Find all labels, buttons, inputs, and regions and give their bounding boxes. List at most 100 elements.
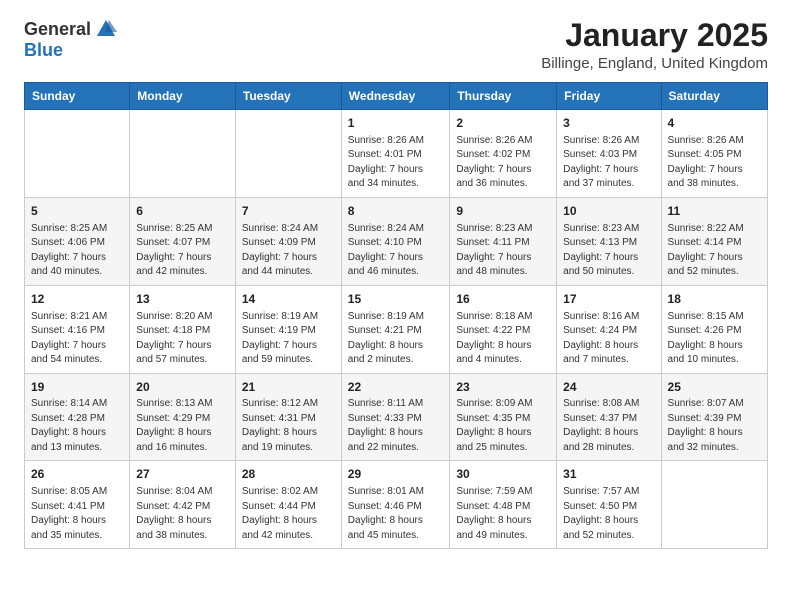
day-number: 24	[563, 379, 654, 396]
calendar-cell: 11 Sunrise: 8:22 AMSunset: 4:14 PMDayligh…	[661, 197, 767, 285]
title-block: January 2025 Billinge, England, United K…	[541, 18, 768, 72]
day-number: 10	[563, 203, 654, 220]
calendar-cell: 5 Sunrise: 8:25 AMSunset: 4:06 PMDaylight…	[25, 197, 130, 285]
day-number: 27	[136, 466, 229, 483]
day-info: Sunrise: 8:19 AMSunset: 4:21 PMDaylight:…	[348, 310, 444, 368]
day-info: Sunrise: 8:14 AMSunset: 4:28 PMDaylight:…	[31, 397, 123, 455]
logo-blue-text: Blue	[24, 40, 63, 60]
calendar-cell: 17 Sunrise: 8:16 AMSunset: 4:24 PMDayligh…	[557, 285, 661, 373]
calendar-cell: 15 Sunrise: 8:19 AMSunset: 4:21 PMDayligh…	[341, 285, 450, 373]
header: General Blue January 2025 Billinge, Engl…	[24, 18, 768, 72]
day-number: 8	[348, 203, 444, 220]
day-info: Sunrise: 8:15 AMSunset: 4:26 PMDaylight:…	[668, 310, 761, 368]
day-number: 18	[668, 291, 761, 308]
day-number: 30	[456, 466, 550, 483]
day-info: Sunrise: 8:08 AMSunset: 4:37 PMDaylight:…	[563, 397, 654, 455]
day-number: 7	[242, 203, 335, 220]
calendar-cell: 18 Sunrise: 8:15 AMSunset: 4:26 PMDayligh…	[661, 285, 767, 373]
calendar-cell	[661, 461, 767, 549]
day-number: 5	[31, 203, 123, 220]
calendar-cell: 23Sunrise: 8:09 AMSunset: 4:35 PMDayligh…	[450, 373, 557, 461]
calendar-cell: 27 Sunrise: 8:04 AMSunset: 4:42 PMDayligh…	[130, 461, 236, 549]
day-info: Sunrise: 8:16 AMSunset: 4:24 PMDaylight:…	[563, 310, 654, 368]
calendar-cell: 1 Sunrise: 8:26 AMSunset: 4:01 PMDaylight…	[341, 110, 450, 198]
day-info: Sunrise: 8:26 AMSunset: 4:01 PMDaylight:…	[348, 134, 444, 192]
logo: General Blue	[24, 18, 117, 61]
day-info: Sunrise: 7:59 AMSunset: 4:48 PMDaylight:…	[456, 485, 550, 543]
day-number: 31	[563, 466, 654, 483]
calendar-cell: 25Sunrise: 8:07 AMSunset: 4:39 PMDayligh…	[661, 373, 767, 461]
day-number: 19	[31, 379, 123, 396]
calendar-cell: 22Sunrise: 8:11 AMSunset: 4:33 PMDayligh…	[341, 373, 450, 461]
calendar-week-row: 19Sunrise: 8:14 AMSunset: 4:28 PMDayligh…	[25, 373, 768, 461]
weekday-header-monday: Monday	[130, 83, 236, 110]
day-number: 1	[348, 115, 444, 132]
calendar-cell: 30 Sunrise: 7:59 AMSunset: 4:48 PMDayligh…	[450, 461, 557, 549]
day-number: 16	[456, 291, 550, 308]
weekday-header-thursday: Thursday	[450, 83, 557, 110]
day-info: Sunrise: 8:25 AMSunset: 4:06 PMDaylight:…	[31, 222, 123, 280]
calendar-cell: 2 Sunrise: 8:26 AMSunset: 4:02 PMDaylight…	[450, 110, 557, 198]
calendar-table: SundayMondayTuesdayWednesdayThursdayFrid…	[24, 82, 768, 549]
calendar-cell: 13Sunrise: 8:20 AMSunset: 4:18 PMDayligh…	[130, 285, 236, 373]
day-number: 6	[136, 203, 229, 220]
month-title: January 2025	[541, 18, 768, 53]
calendar-week-row: 1 Sunrise: 8:26 AMSunset: 4:01 PMDaylight…	[25, 110, 768, 198]
day-number: 9	[456, 203, 550, 220]
day-number: 3	[563, 115, 654, 132]
calendar-cell: 8 Sunrise: 8:24 AMSunset: 4:10 PMDaylight…	[341, 197, 450, 285]
calendar-cell: 4 Sunrise: 8:26 AMSunset: 4:05 PMDaylight…	[661, 110, 767, 198]
day-info: Sunrise: 8:23 AMSunset: 4:13 PMDaylight:…	[563, 222, 654, 280]
weekday-header-saturday: Saturday	[661, 83, 767, 110]
day-number: 12	[31, 291, 123, 308]
day-info: Sunrise: 8:25 AMSunset: 4:07 PMDaylight:…	[136, 222, 229, 280]
day-info: Sunrise: 7:57 AMSunset: 4:50 PMDaylight:…	[563, 485, 654, 543]
page: General Blue January 2025 Billinge, Engl…	[0, 0, 792, 567]
day-info: Sunrise: 8:04 AMSunset: 4:42 PMDaylight:…	[136, 485, 229, 543]
calendar-cell	[130, 110, 236, 198]
day-number: 22	[348, 379, 444, 396]
day-info: Sunrise: 8:09 AMSunset: 4:35 PMDaylight:…	[456, 397, 550, 455]
day-info: Sunrise: 8:01 AMSunset: 4:46 PMDaylight:…	[348, 485, 444, 543]
calendar-cell: 24Sunrise: 8:08 AMSunset: 4:37 PMDayligh…	[557, 373, 661, 461]
day-info: Sunrise: 8:26 AMSunset: 4:02 PMDaylight:…	[456, 134, 550, 192]
day-number: 26	[31, 466, 123, 483]
day-number: 4	[668, 115, 761, 132]
weekday-header-row: SundayMondayTuesdayWednesdayThursdayFrid…	[25, 83, 768, 110]
calendar-cell: 21Sunrise: 8:12 AMSunset: 4:31 PMDayligh…	[235, 373, 341, 461]
day-info: Sunrise: 8:07 AMSunset: 4:39 PMDaylight:…	[668, 397, 761, 455]
day-number: 17	[563, 291, 654, 308]
day-number: 15	[348, 291, 444, 308]
calendar-cell: 29Sunrise: 8:01 AMSunset: 4:46 PMDayligh…	[341, 461, 450, 549]
calendar-week-row: 26Sunrise: 8:05 AMSunset: 4:41 PMDayligh…	[25, 461, 768, 549]
logo-icon	[95, 18, 117, 40]
day-info: Sunrise: 8:26 AMSunset: 4:05 PMDaylight:…	[668, 134, 761, 192]
weekday-header-friday: Friday	[557, 83, 661, 110]
day-info: Sunrise: 8:22 AMSunset: 4:14 PMDaylight:…	[668, 222, 761, 280]
calendar-cell: 31 Sunrise: 7:57 AMSunset: 4:50 PMDayligh…	[557, 461, 661, 549]
day-number: 28	[242, 466, 335, 483]
calendar-cell: 12 Sunrise: 8:21 AMSunset: 4:16 PMDayligh…	[25, 285, 130, 373]
day-info: Sunrise: 8:26 AMSunset: 4:03 PMDaylight:…	[563, 134, 654, 192]
day-info: Sunrise: 8:02 AMSunset: 4:44 PMDaylight:…	[242, 485, 335, 543]
calendar-cell: 20Sunrise: 8:13 AMSunset: 4:29 PMDayligh…	[130, 373, 236, 461]
day-number: 14	[242, 291, 335, 308]
calendar-week-row: 12 Sunrise: 8:21 AMSunset: 4:16 PMDayligh…	[25, 285, 768, 373]
day-number: 11	[668, 203, 761, 220]
day-number: 2	[456, 115, 550, 132]
day-info: Sunrise: 8:21 AMSunset: 4:16 PMDaylight:…	[31, 310, 123, 368]
day-info: Sunrise: 8:24 AMSunset: 4:10 PMDaylight:…	[348, 222, 444, 280]
calendar-cell: 14 Sunrise: 8:19 AMSunset: 4:19 PMDayligh…	[235, 285, 341, 373]
day-number: 21	[242, 379, 335, 396]
day-info: Sunrise: 8:13 AMSunset: 4:29 PMDaylight:…	[136, 397, 229, 455]
calendar-cell	[235, 110, 341, 198]
calendar-cell: 3 Sunrise: 8:26 AMSunset: 4:03 PMDaylight…	[557, 110, 661, 198]
calendar-cell: 6 Sunrise: 8:25 AMSunset: 4:07 PMDaylight…	[130, 197, 236, 285]
day-number: 20	[136, 379, 229, 396]
day-info: Sunrise: 8:19 AMSunset: 4:19 PMDaylight:…	[242, 310, 335, 368]
calendar-week-row: 5 Sunrise: 8:25 AMSunset: 4:06 PMDaylight…	[25, 197, 768, 285]
calendar-cell: 28 Sunrise: 8:02 AMSunset: 4:44 PMDayligh…	[235, 461, 341, 549]
calendar-cell: 16Sunrise: 8:18 AMSunset: 4:22 PMDayligh…	[450, 285, 557, 373]
weekday-header-sunday: Sunday	[25, 83, 130, 110]
day-number: 25	[668, 379, 761, 396]
